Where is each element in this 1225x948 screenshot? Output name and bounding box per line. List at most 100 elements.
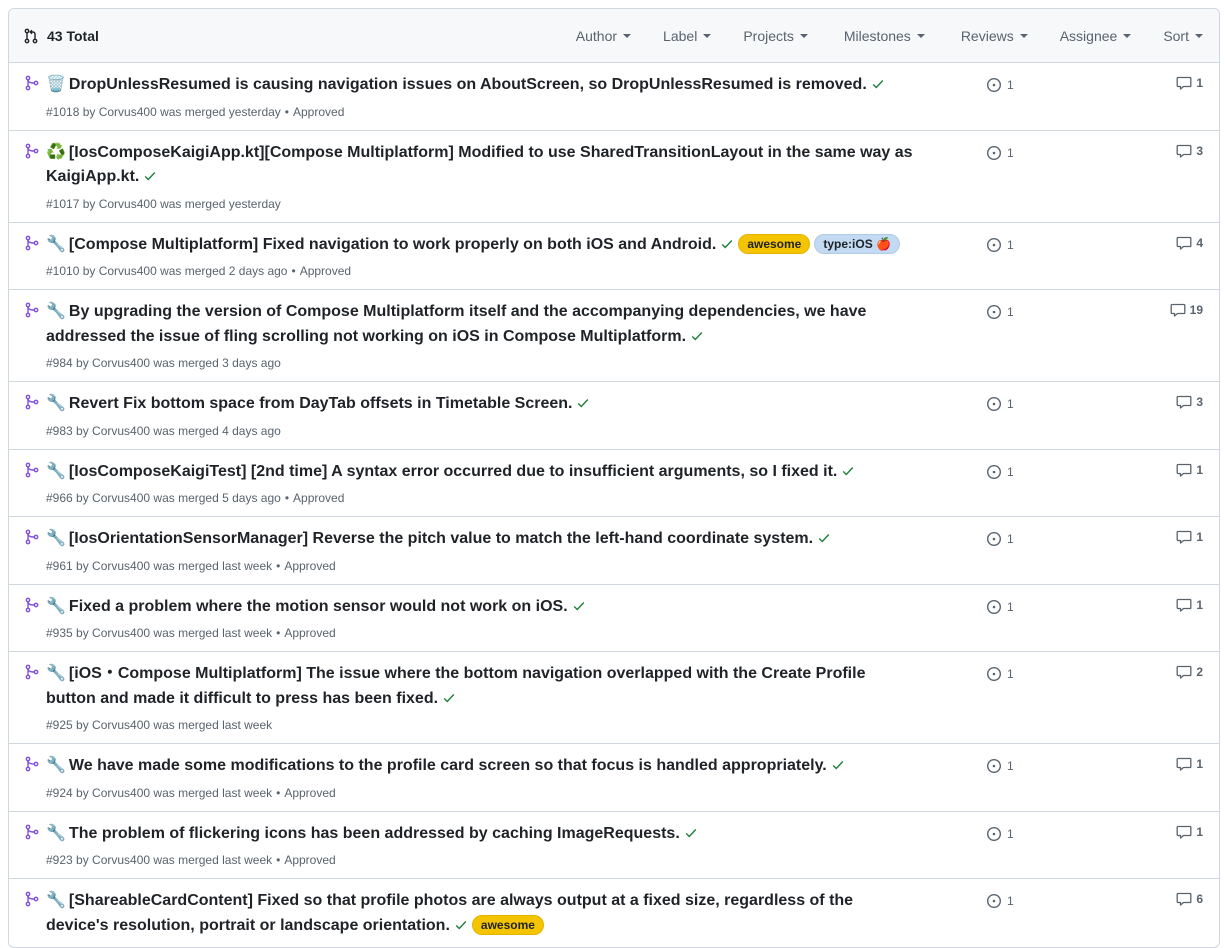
comments-link[interactable]: 3	[1176, 143, 1203, 159]
linked-issue-link[interactable]: 1	[986, 826, 1014, 842]
linked-issue-count: 1	[1007, 305, 1014, 319]
review-status[interactable]: Approved	[284, 559, 335, 573]
review-status[interactable]: Approved	[284, 626, 335, 640]
check-icon[interactable]	[720, 235, 734, 260]
review-status[interactable]: Approved	[293, 491, 344, 505]
issue-icon	[986, 77, 1002, 93]
check-icon[interactable]	[831, 756, 845, 781]
check-icon[interactable]	[143, 167, 157, 192]
pr-meta: #983 by Corvus400 was merged 4 days ago	[46, 422, 916, 449]
pull-request-row[interactable]: 🔧 [IosOrientationSensorManager] Reverse t…	[9, 517, 1219, 585]
assignee-filter[interactable]: Assignee	[1044, 9, 1148, 62]
review-status[interactable]: Approved	[284, 853, 335, 867]
comment-icon	[1176, 394, 1192, 410]
check-icon[interactable]	[572, 597, 586, 622]
label-filter[interactable]: Label	[647, 9, 727, 62]
pull-request-row[interactable]: 🔧 Fixed a problem where the motion sensor…	[9, 585, 1219, 652]
pull-request-row[interactable]: 🔧 Revert Fix bottom space from DayTab off…	[9, 382, 1219, 450]
check-icon[interactable]	[442, 689, 456, 714]
pr-title-line: 🔧 [IosComposeKaigiTest] [2nd time] A synt…	[46, 460, 916, 487]
pr-title-line: 🔧 The problem of flickering icons has bee…	[46, 822, 916, 849]
pr-title-link[interactable]: By upgrading the version of Compose Mult…	[46, 303, 866, 345]
total-count[interactable]: 43 Total	[23, 28, 99, 44]
pr-title-link[interactable]: [Compose Multiplatform] Fixed navigation…	[69, 236, 716, 253]
pr-meta: #966 by Corvus400 was merged 5 days ago •…	[46, 489, 916, 516]
linked-issue-link[interactable]: 1	[986, 464, 1014, 480]
comments-link[interactable]: 3	[1176, 394, 1203, 410]
linked-issue-link[interactable]: 1	[986, 304, 1014, 320]
pull-request-row[interactable]: 🔧 By upgrading the version of Compose Mul…	[9, 290, 1219, 382]
sort-filter[interactable]: Sort	[1147, 9, 1219, 62]
label-awesome[interactable]: awesome	[738, 233, 811, 254]
merged-pr-icon	[24, 891, 40, 910]
comment-count: 3	[1196, 395, 1203, 409]
label-ios[interactable]: type:iOS 🍎	[814, 233, 900, 254]
pr-title-link[interactable]: [IosOrientationSensorManager] Reverse th…	[69, 530, 813, 547]
pr-meta-text: #983 by Corvus400 was merged 4 days ago	[46, 423, 281, 438]
pr-title-link[interactable]: DropUnlessResumed is causing navigation …	[69, 76, 867, 93]
linked-issue-link[interactable]: 1	[986, 237, 1014, 253]
pr-title-link[interactable]: [IosComposeKaigiApp.kt][Compose Multipla…	[46, 144, 913, 186]
caret-down-icon	[916, 33, 925, 38]
review-status[interactable]: Approved	[284, 786, 335, 800]
check-icon[interactable]	[684, 824, 698, 849]
pull-request-row[interactable]: 🔧 The problem of flickering icons has bee…	[9, 812, 1219, 879]
pr-meta-text: #925 by Corvus400 was merged last week	[46, 718, 273, 732]
caret-down-icon	[623, 33, 632, 38]
comments-link[interactable]: 4	[1176, 235, 1203, 251]
review-status[interactable]: Approved	[293, 105, 344, 119]
label-awesome[interactable]: awesome	[471, 914, 544, 935]
linked-issue-link[interactable]: 1	[986, 145, 1014, 161]
comment-icon	[1176, 75, 1192, 91]
comment-icon	[1176, 891, 1192, 907]
pull-request-row[interactable]: 🔧 [ShareableCardContent] Fixed so that pr…	[9, 879, 1219, 947]
pull-request-row[interactable]: 🔧 [IosComposeKaigiTest] [2nd time] A synt…	[9, 450, 1219, 517]
comment-icon	[1176, 756, 1192, 772]
linked-issue-link[interactable]: 1	[986, 893, 1014, 909]
linked-issue-link[interactable]: 1	[986, 396, 1014, 412]
review-status[interactable]: Approved	[300, 264, 351, 278]
comments-link[interactable]: 1	[1176, 462, 1203, 478]
linked-issue-link[interactable]: 1	[986, 599, 1014, 615]
comment-icon	[1176, 143, 1192, 159]
linked-issue-link[interactable]: 1	[986, 531, 1014, 547]
pr-title-link[interactable]: The problem of flickering icons has been…	[69, 825, 680, 842]
reviews-filter[interactable]: Reviews	[943, 9, 1044, 62]
check-icon[interactable]	[576, 394, 590, 419]
pr-title-link[interactable]: We have made some modifications to the p…	[69, 757, 827, 774]
pr-meta-text: #1010 by Corvus400 was merged 2 days ago	[46, 264, 288, 278]
pull-request-row[interactable]: 🔧 [Compose Multiplatform] Fixed navigatio…	[9, 223, 1219, 290]
check-icon[interactable]	[871, 75, 885, 100]
pull-request-row[interactable]: 🔧 We have made some modifications to the …	[9, 744, 1219, 812]
pr-title-link[interactable]: Revert Fix bottom space from DayTab offs…	[69, 395, 573, 412]
comments-link[interactable]: 1	[1176, 824, 1203, 840]
linked-issue-link[interactable]: 1	[986, 666, 1014, 682]
pull-request-row[interactable]: 🔧 [iOS・Compose Multiplatform] The issue w…	[9, 652, 1219, 744]
merged-pr-icon	[24, 597, 40, 616]
linked-issue-link[interactable]: 1	[986, 77, 1014, 93]
comment-count: 1	[1196, 824, 1203, 839]
projects-filter[interactable]: Projects	[727, 9, 826, 62]
merged-pr-icon	[24, 462, 40, 481]
author-filter[interactable]: Author	[563, 9, 647, 62]
pr-title-link[interactable]: [ShareableCardContent] Fixed so that pro…	[46, 892, 853, 934]
comments-link[interactable]: 1	[1176, 529, 1203, 545]
check-icon[interactable]	[817, 529, 831, 554]
pull-request-row[interactable]: 🗑️ DropUnlessResumed is causing navigatio…	[9, 63, 1219, 131]
pr-title-line: 🔧 [IosOrientationSensorManager] Reverse t…	[46, 527, 916, 554]
comments-link[interactable]: 6	[1176, 891, 1203, 907]
milestones-filter[interactable]: Milestones	[826, 9, 943, 62]
pr-title-link[interactable]: [IosComposeKaigiTest] [2nd time] A synta…	[69, 463, 837, 480]
comments-link[interactable]: 19	[1170, 302, 1203, 318]
comments-link[interactable]: 2	[1176, 664, 1203, 680]
check-icon[interactable]	[454, 916, 468, 941]
linked-issue-link[interactable]: 1	[986, 758, 1014, 774]
check-icon[interactable]	[841, 462, 855, 487]
comments-link[interactable]: 1	[1176, 756, 1203, 772]
pull-request-row[interactable]: ♻️ [IosComposeKaigiApp.kt][Compose Multip…	[9, 131, 1219, 223]
check-icon[interactable]	[690, 327, 704, 352]
merged-pr-icon	[24, 235, 40, 254]
comments-link[interactable]: 1	[1176, 75, 1203, 91]
comments-link[interactable]: 1	[1176, 597, 1203, 613]
pr-title-link[interactable]: Fixed a problem where the motion sensor …	[69, 598, 568, 615]
